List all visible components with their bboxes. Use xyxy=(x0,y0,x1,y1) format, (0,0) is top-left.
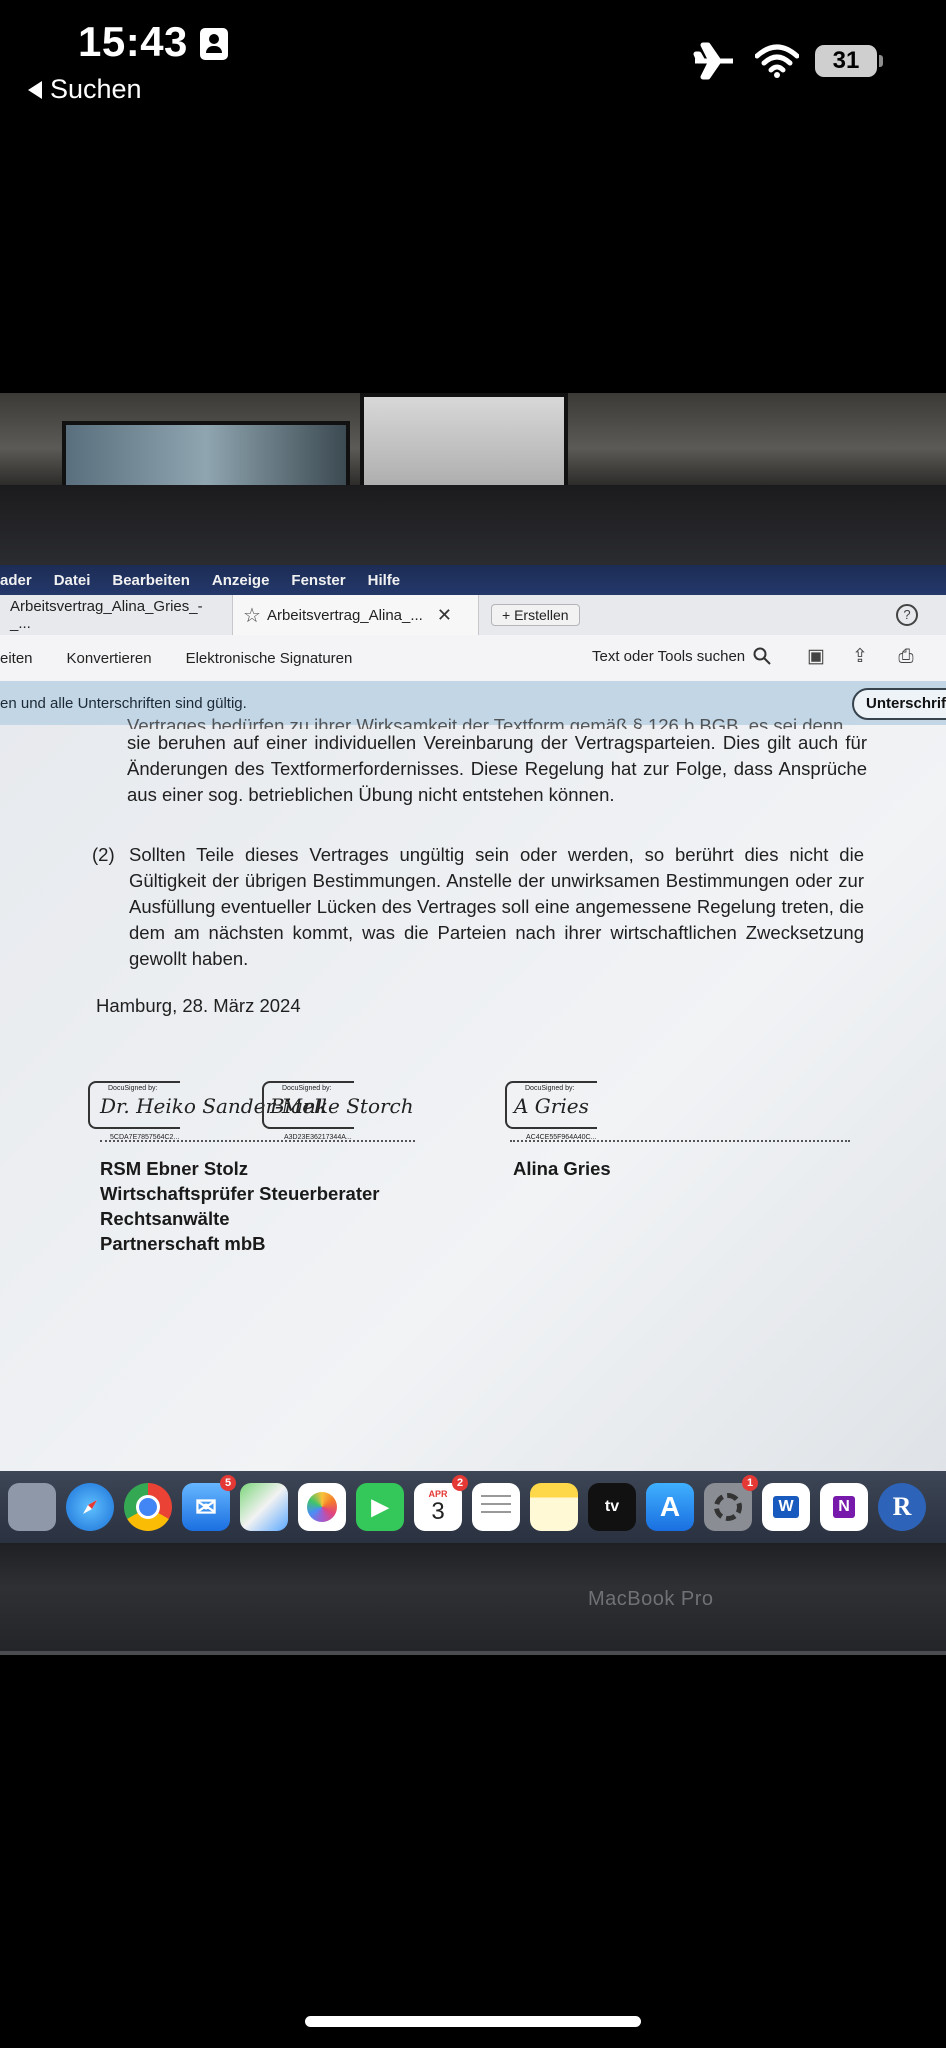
back-button[interactable]: Suchen xyxy=(28,74,142,105)
laptop-bottom-bezel xyxy=(0,1543,946,1655)
create-button[interactable]: + Erstellen xyxy=(491,604,580,626)
safari-icon[interactable] xyxy=(66,1483,114,1531)
paragraph-number: (2) xyxy=(92,844,115,865)
docusign-id: 5CDA7E7857564C2... xyxy=(110,1134,180,1141)
r-app-icon[interactable]: R xyxy=(878,1483,926,1531)
employer-block: RSM Ebner Stolz Wirtschaftsprüfer Steuer… xyxy=(100,1156,379,1256)
tab-contract-1[interactable]: Arbeitsvertrag_Alina_Gries_-_... xyxy=(0,595,233,635)
employee-name: Alina Gries xyxy=(513,1158,611,1179)
signature-storch: Bianke Storch xyxy=(270,1094,414,1118)
calendar-icon[interactable]: APR 3 2 xyxy=(414,1475,468,1531)
launchpad-icon[interactable] xyxy=(8,1483,56,1531)
laptop-photo: ader Datei Bearbeiten Anzeige Fenster Hi… xyxy=(0,393,946,1655)
save-icon[interactable]: ▣ xyxy=(806,647,826,667)
laptop-edge xyxy=(0,1651,946,1655)
r-letter: R xyxy=(892,1492,912,1521)
list-lines-icon xyxy=(481,1495,511,1519)
menu-fenster[interactable]: Fenster xyxy=(291,572,345,589)
employee-signature-line xyxy=(510,1140,850,1142)
search-tools-label: Text oder Tools suchen xyxy=(592,647,746,665)
wall-screen-right xyxy=(360,393,568,499)
chrome-icon[interactable] xyxy=(124,1483,172,1531)
maps-icon[interactable] xyxy=(240,1483,288,1531)
chrome-center-dot xyxy=(136,1495,160,1519)
star-icon[interactable]: ☆ xyxy=(243,603,261,628)
close-icon[interactable]: ✕ xyxy=(437,605,452,626)
wifi-icon xyxy=(755,44,799,78)
calendar-badge: 2 xyxy=(452,1475,468,1491)
toolbar-convert[interactable]: Konvertieren xyxy=(67,650,152,667)
room-background xyxy=(0,393,946,499)
menu-hilfe[interactable]: Hilfe xyxy=(368,572,401,589)
signature-validity-text: en und alle Unterschriften sind gültig. xyxy=(0,694,247,712)
contact-card-icon xyxy=(200,28,228,60)
employer-line-1: RSM Ebner Stolz xyxy=(100,1158,249,1179)
create-label: Erstellen xyxy=(514,607,569,623)
menu-app[interactable]: ader xyxy=(0,572,32,589)
toolbar-edit[interactable]: eiten xyxy=(0,650,33,667)
gear-icon xyxy=(714,1493,742,1521)
help-icon[interactable]: ? xyxy=(896,604,918,626)
search-icon xyxy=(753,647,771,665)
menu-datei[interactable]: Datei xyxy=(54,572,91,589)
document-page: Vertrages bedürfen zu ihrer Wirksamkeit … xyxy=(0,715,946,1471)
employer-line-4: Partnerschaft mbB xyxy=(100,1233,266,1254)
laptop-brand-label: MacBook Pro xyxy=(588,1588,714,1610)
document-tabbar: Arbeitsvertrag_Alina_Gries_-_... ☆ Arbei… xyxy=(0,595,946,635)
macos-dock: ✉ 5 ▶ APR 3 2 tv A 1 W N R xyxy=(0,1471,946,1543)
envelope-icon: ✉ xyxy=(195,1491,217,1522)
menu-anzeige[interactable]: Anzeige xyxy=(212,572,270,589)
system-settings-icon[interactable]: 1 xyxy=(704,1475,758,1531)
tv-label: tv xyxy=(604,1498,620,1515)
signature-gries: A Gries xyxy=(514,1094,589,1118)
toolbar-esign[interactable]: Elektronische Signaturen xyxy=(186,650,353,667)
laptop-bezel xyxy=(0,485,946,565)
print-icon[interactable]: ⎙ xyxy=(896,647,916,667)
back-label: Suchen xyxy=(50,74,142,104)
back-arrow-icon xyxy=(28,80,42,99)
tab-label: Arbeitsvertrag_Alina_Gries_-_... xyxy=(10,598,203,632)
app-menubar: ader Datei Bearbeiten Anzeige Fenster Hi… xyxy=(0,565,946,595)
upload-cloud-icon[interactable]: ⇪ xyxy=(850,647,870,667)
employer-signature-line xyxy=(100,1140,415,1142)
home-indicator[interactable] xyxy=(305,2016,641,2027)
paragraph-1: sie beruhen auf einer individuellen Vere… xyxy=(127,732,867,805)
facetime-icon[interactable]: ▶ xyxy=(356,1483,404,1531)
menu-bearbeiten[interactable]: Bearbeiten xyxy=(112,572,190,589)
settings-badge: 1 xyxy=(742,1475,758,1491)
word-icon[interactable]: W xyxy=(762,1483,810,1531)
reminders-icon[interactable] xyxy=(472,1483,520,1531)
notes-icon[interactable] xyxy=(530,1483,578,1531)
place-and-date: Hamburg, 28. März 2024 xyxy=(96,995,301,1016)
video-camera-icon: ▶ xyxy=(371,1494,389,1519)
onenote-letter: N xyxy=(833,1496,855,1518)
word-letter: W xyxy=(773,1496,799,1518)
paragraph-2: Sollten Teile dieses Vertrages ungültig … xyxy=(129,844,864,969)
docusign-id: AC4CE55F964A40C... xyxy=(526,1134,597,1141)
photos-icon[interactable] xyxy=(298,1483,346,1531)
compass-needle-icon xyxy=(83,1500,97,1514)
apple-tv-icon[interactable]: tv xyxy=(588,1483,636,1531)
mail-icon[interactable]: ✉ 5 xyxy=(182,1475,236,1531)
status-time: 15:43 xyxy=(78,18,188,65)
tab-label: Arbeitsvertrag_Alina_... xyxy=(266,606,423,624)
app-store-icon[interactable]: A xyxy=(646,1483,694,1531)
mail-badge: 5 xyxy=(220,1475,236,1491)
partial-text-line: Vertrages bedürfen zu ihrer Wirksamkeit … xyxy=(127,715,849,729)
docusign-id: A3D23E36217344A... xyxy=(284,1134,352,1141)
onenote-icon[interactable]: N xyxy=(820,1483,868,1531)
employer-line-2: Wirtschaftsprüfer Steuerberater xyxy=(100,1183,380,1204)
plus-icon: + xyxy=(502,607,511,623)
tool-toolbar: eiten Konvertieren Elektronische Signatu… xyxy=(0,635,946,682)
search-tools-button[interactable]: Text oder Tools suchen xyxy=(592,647,771,665)
tab-contract-2[interactable]: ☆ Arbeitsvertrag_Alina_... ✕ xyxy=(233,595,479,635)
airplane-mode-icon xyxy=(693,42,733,80)
employer-line-3: Rechtsanwälte xyxy=(100,1208,230,1229)
calendar-day: 3 xyxy=(431,1498,445,1525)
photos-flower-icon xyxy=(307,1492,337,1522)
battery-indicator: 31 xyxy=(815,45,883,77)
